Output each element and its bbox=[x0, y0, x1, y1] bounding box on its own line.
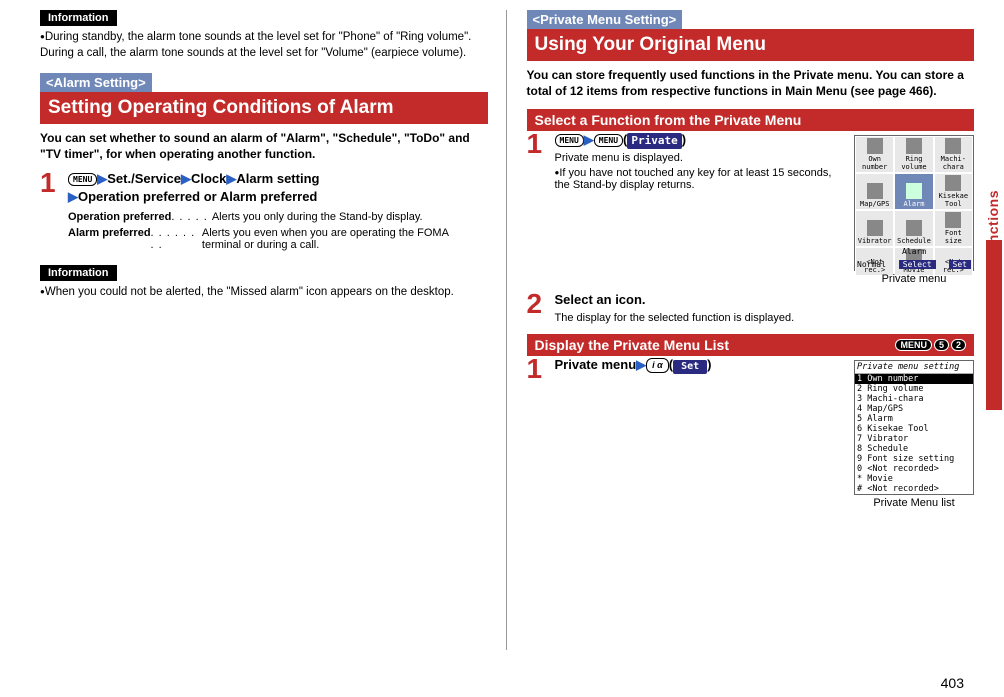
step-desc: The display for the selected function is… bbox=[555, 312, 975, 324]
step-1: 1 Private menu▶i α(Set) bbox=[527, 356, 845, 381]
step-number: 2 bbox=[527, 291, 549, 316]
path-clock: Clock bbox=[191, 171, 226, 186]
definition-row: Alarm preferred . . . . . . . . Alerts y… bbox=[68, 227, 488, 251]
key-5-icon: 5 bbox=[934, 339, 949, 351]
i-alpha-key-icon: i α bbox=[646, 358, 669, 373]
step-number: 1 bbox=[527, 131, 549, 156]
side-tab-bar bbox=[986, 240, 1002, 410]
section-intro: You can store frequently used functions … bbox=[527, 67, 975, 99]
private-menu-list-screenshot: Private menu setting 1 Own number 2 Ring… bbox=[854, 360, 974, 495]
section-title: Using Your Original Menu bbox=[527, 29, 975, 61]
subsection-title: Select a Function from the Private Menu bbox=[535, 112, 802, 128]
grid-cell-label: Own number bbox=[857, 155, 892, 171]
step-desc: Private menu is displayed. bbox=[555, 152, 845, 164]
menu-key-icon: MENU bbox=[895, 339, 932, 351]
grid-cell-label: Vibrator bbox=[858, 237, 892, 245]
list-item: 4 Map/GPS bbox=[855, 404, 973, 414]
list-item: 7 Vibrator bbox=[855, 434, 973, 444]
step-2: 2 Select an icon. The display for the se… bbox=[527, 291, 975, 324]
list-item: 0 <Not recorded> bbox=[855, 464, 973, 474]
shortcut-keys: MENU 5 2 bbox=[895, 339, 966, 351]
path-pref-options: Operation preferred or Alarm preferred bbox=[78, 189, 317, 204]
softkey-center: Select bbox=[899, 260, 936, 269]
step-bullet: If you have not touched any key for at l… bbox=[555, 167, 845, 191]
step-title: Select an icon. bbox=[555, 291, 975, 309]
list-item: 8 Schedule bbox=[855, 444, 973, 454]
set-button-icon: Set bbox=[673, 360, 707, 374]
section-intro: You can set whether to sound an alarm of… bbox=[40, 130, 488, 162]
list-item: 9 Font size setting bbox=[855, 454, 973, 464]
section-title: Setting Operating Conditions of Alarm bbox=[40, 92, 488, 124]
section-tag: <Private Menu Setting> bbox=[527, 10, 683, 29]
def-desc: Alerts you even when you are operating t… bbox=[202, 227, 488, 251]
subsection-header: Display the Private Menu List MENU 5 2 bbox=[527, 334, 975, 356]
grid-cell-label: Map/GPS bbox=[860, 200, 890, 208]
def-term: Operation preferred bbox=[68, 211, 171, 223]
step-title: MENU▶MENU(Private) bbox=[555, 131, 845, 149]
grid-cell-label: Machi-chara bbox=[936, 155, 971, 171]
path-private-menu: Private menu bbox=[555, 357, 637, 372]
step-1: 1 MENU▶Set./Service▶Clock▶Alarm setting … bbox=[40, 170, 488, 250]
list-item: 1 Own number bbox=[855, 374, 973, 384]
private-button-icon: Private bbox=[627, 133, 681, 148]
path-set-service: Set./Service bbox=[107, 171, 181, 186]
def-desc: Alerts you only during the Stand-by disp… bbox=[212, 211, 423, 223]
definition-row: Operation preferred. . . . . Alerts you … bbox=[68, 211, 488, 223]
info-text: When you could not be alerted, the "Miss… bbox=[40, 285, 488, 301]
key-2-icon: 2 bbox=[951, 339, 966, 351]
grid-cell-label: Kisekae Tool bbox=[936, 192, 971, 208]
info-badge: Information bbox=[40, 265, 117, 281]
screenshot-caption: Private Menu list bbox=[854, 497, 974, 509]
list-item: # <Not recorded> bbox=[855, 484, 973, 494]
info-badge: Information bbox=[40, 10, 117, 26]
def-term: Alarm preferred bbox=[68, 227, 151, 251]
grid-cell-label: Alarm bbox=[903, 200, 924, 208]
list-item: 5 Alarm bbox=[855, 414, 973, 424]
softkey-left: Normal bbox=[857, 260, 886, 269]
menu-key-icon: MENU bbox=[68, 173, 97, 186]
info-text: During standby, the alarm tone sounds at… bbox=[40, 30, 488, 61]
menu-key-icon: MENU bbox=[594, 134, 623, 147]
step-number: 1 bbox=[40, 170, 62, 195]
path-alarm-setting: Alarm setting bbox=[236, 171, 319, 186]
grid-cell-label: Schedule bbox=[897, 237, 931, 245]
step-title: MENU▶Set./Service▶Clock▶Alarm setting ▶O… bbox=[68, 170, 488, 206]
section-tag: <Alarm Setting> bbox=[40, 73, 152, 92]
grid-cell-label: Ring volume bbox=[896, 155, 931, 171]
subsection-header: Select a Function from the Private Menu bbox=[527, 109, 975, 131]
grid-cell-label: Font size bbox=[936, 229, 971, 245]
step-title: Private menu▶i α(Set) bbox=[555, 356, 845, 374]
step-number: 1 bbox=[527, 356, 549, 381]
step-1: 1 MENU▶MENU(Private) Private menu is dis… bbox=[527, 131, 845, 191]
subsection-title: Display the Private Menu List bbox=[535, 337, 730, 353]
list-item: * Movie bbox=[855, 474, 973, 484]
list-item: 2 Ring volume bbox=[855, 384, 973, 394]
list-item: 6 Kisekae Tool bbox=[855, 424, 973, 434]
softkey-right: Set bbox=[949, 260, 971, 269]
page-number: 403 bbox=[941, 675, 964, 691]
menu-key-icon: MENU bbox=[555, 134, 584, 147]
list-header: Private menu setting bbox=[855, 361, 973, 374]
private-menu-screenshot: Own number Ring volume Machi-chara Map/G… bbox=[854, 135, 974, 271]
list-item: 3 Machi-chara bbox=[855, 394, 973, 404]
